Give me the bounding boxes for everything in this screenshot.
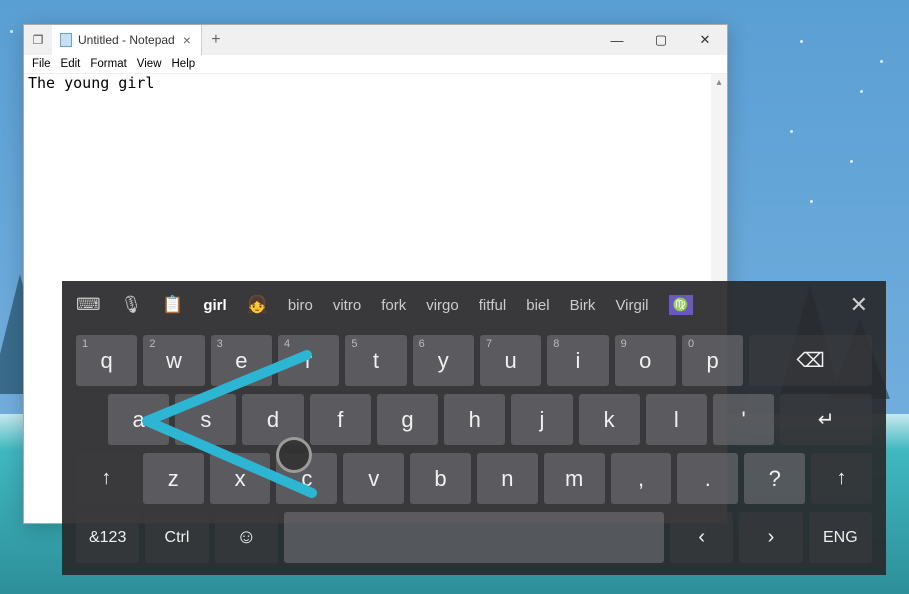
- emoji-icon: ☺: [236, 526, 256, 549]
- enter-icon: ↵: [818, 407, 835, 432]
- key-shift-right[interactable]: ↑: [811, 453, 872, 504]
- key-t[interactable]: 5t: [345, 335, 406, 386]
- key-h[interactable]: h: [444, 394, 505, 445]
- key-space[interactable]: [284, 512, 664, 563]
- new-tab-button[interactable]: +: [202, 25, 230, 55]
- suggestion-item[interactable]: vitro: [333, 297, 361, 314]
- key-ctrl[interactable]: Ctrl: [145, 512, 208, 563]
- key-g[interactable]: g: [377, 394, 438, 445]
- keyboard-rows: 1q 2w 3e 4r 5t 6y 7u 8i 9o 0p ⌫ a s d f …: [62, 329, 886, 575]
- suggestion-item[interactable]: Virgil: [615, 297, 648, 314]
- menubar: File Edit Format View Help: [24, 55, 727, 74]
- suggestion-item[interactable]: fork: [381, 297, 406, 314]
- keyboard-row-1: 1q 2w 3e 4r 5t 6y 7u 8i 9o 0p ⌫: [76, 335, 872, 386]
- touch-keyboard: ⌨ 🎙 📋 girl 👧 biro vitro fork virgo fitfu…: [62, 281, 886, 575]
- key-p[interactable]: 0p: [682, 335, 743, 386]
- key-b[interactable]: b: [410, 453, 471, 504]
- key-e[interactable]: 3e: [211, 335, 272, 386]
- key-z[interactable]: z: [143, 453, 204, 504]
- keyboard-toolbar: ⌨ 🎙 📋 girl 👧 biro vitro fork virgo fitfu…: [62, 281, 886, 329]
- key-o[interactable]: 9o: [615, 335, 676, 386]
- menu-edit[interactable]: Edit: [56, 58, 86, 70]
- key-k[interactable]: k: [579, 394, 640, 445]
- maximize-button[interactable]: ▢: [639, 25, 683, 55]
- key-r[interactable]: 4r: [278, 335, 339, 386]
- suggestion-item[interactable]: fitful: [479, 297, 507, 314]
- shift-icon: ↑: [837, 467, 847, 490]
- keyboard-row-4: &123 Ctrl ☺ ‹ › ENG: [76, 512, 872, 563]
- keyboard-row-2: a s d f g h j k l ' ↵: [76, 394, 872, 445]
- key-arrow-right[interactable]: ›: [739, 512, 802, 563]
- key-a[interactable]: a: [108, 394, 169, 445]
- clipboard-icon[interactable]: 📋: [162, 295, 183, 315]
- keyboard-settings-icon[interactable]: ⌨: [76, 295, 101, 315]
- minimize-button[interactable]: —: [595, 25, 639, 55]
- key-q[interactable]: 1q: [76, 335, 137, 386]
- suggestion-selected[interactable]: girl: [203, 297, 226, 314]
- suggestion-item[interactable]: Birk: [570, 297, 596, 314]
- tab-untitled[interactable]: Untitled - Notepad ×: [52, 25, 202, 55]
- key-apostrophe[interactable]: ': [713, 394, 774, 445]
- key-v[interactable]: v: [343, 453, 404, 504]
- chevron-right-icon: ›: [768, 526, 775, 549]
- key-enter[interactable]: ↵: [780, 394, 872, 445]
- key-period[interactable]: .: [677, 453, 738, 504]
- key-i[interactable]: 8i: [547, 335, 608, 386]
- tab-title: Untitled - Notepad: [78, 33, 175, 47]
- key-arrow-left[interactable]: ‹: [670, 512, 733, 563]
- key-shift-left[interactable]: ↑: [76, 453, 137, 504]
- keyboard-row-3: ↑ z x c v b n m , . ? ↑: [76, 453, 872, 504]
- mic-icon[interactable]: 🎙: [121, 295, 143, 315]
- shift-icon: ↑: [101, 467, 111, 490]
- document-icon: [60, 33, 72, 47]
- key-language[interactable]: ENG: [809, 512, 872, 563]
- suggestion-item[interactable]: virgo: [426, 297, 459, 314]
- backspace-icon: ⌫: [796, 348, 824, 373]
- key-u[interactable]: 7u: [480, 335, 541, 386]
- swipe-cursor-dot: [276, 437, 312, 473]
- key-n[interactable]: n: [477, 453, 538, 504]
- key-s[interactable]: s: [175, 394, 236, 445]
- key-x[interactable]: x: [210, 453, 271, 504]
- close-button[interactable]: ✕: [683, 25, 727, 55]
- tab-strip: ❐ Untitled - Notepad × +: [24, 25, 230, 55]
- suggestion-more-icon[interactable]: ♍: [669, 295, 693, 315]
- key-m[interactable]: m: [544, 453, 605, 504]
- suggestion-item[interactable]: biel: [526, 297, 549, 314]
- key-emoji[interactable]: ☺: [215, 512, 278, 563]
- key-w[interactable]: 2w: [143, 335, 204, 386]
- window-icon[interactable]: ❐: [24, 25, 52, 55]
- scroll-up-icon[interactable]: ▴: [711, 74, 727, 90]
- key-comma[interactable]: ,: [611, 453, 672, 504]
- key-backspace[interactable]: ⌫: [749, 335, 872, 386]
- keyboard-close-icon[interactable]: ✕: [846, 288, 872, 322]
- titlebar: ❐ Untitled - Notepad × + — ▢ ✕: [24, 25, 727, 55]
- menu-format[interactable]: Format: [85, 58, 131, 70]
- key-l[interactable]: l: [646, 394, 707, 445]
- key-numbers[interactable]: &123: [76, 512, 139, 563]
- tab-close-icon[interactable]: ×: [181, 32, 193, 48]
- suggestion-item[interactable]: biro: [288, 297, 313, 314]
- menu-help[interactable]: Help: [167, 58, 201, 70]
- menu-view[interactable]: View: [132, 58, 167, 70]
- key-y[interactable]: 6y: [413, 335, 474, 386]
- suggestion-emoji[interactable]: 👧: [247, 295, 268, 315]
- text-editor[interactable]: The young girl: [24, 74, 727, 92]
- chevron-left-icon: ‹: [698, 526, 705, 549]
- window-controls: — ▢ ✕: [595, 25, 727, 55]
- key-j[interactable]: j: [511, 394, 572, 445]
- key-question[interactable]: ?: [744, 453, 805, 504]
- key-f[interactable]: f: [310, 394, 371, 445]
- menu-file[interactable]: File: [27, 58, 56, 70]
